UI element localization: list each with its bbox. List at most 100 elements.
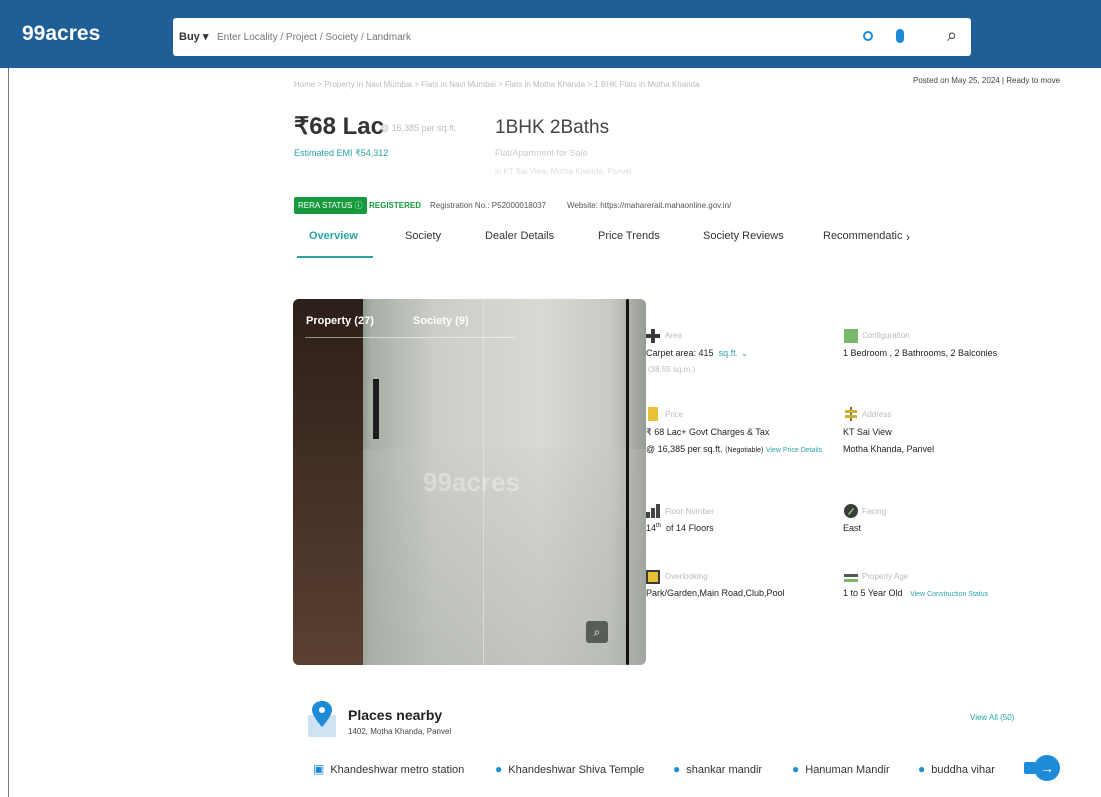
top-header: 99acres Buy ▾ ⌕ <box>0 0 1101 68</box>
view-all-link[interactable]: View All (50) <box>970 713 1014 722</box>
property-location-line: in KT Sai View, Motha Khanda, Panvel <box>495 167 632 176</box>
overlooking-icon <box>646 570 660 584</box>
zoom-icon[interactable]: ⌕ <box>586 621 608 643</box>
place-name: shankar mandir <box>686 764 763 776</box>
floor-value: 14th of 14 Floors <box>646 523 714 533</box>
page-left-border <box>8 68 9 797</box>
address-icon <box>845 407 857 421</box>
map-pin-icon <box>308 701 336 737</box>
estimated-emi[interactable]: Estimated EMI ₹54,312 <box>294 148 388 159</box>
facing-label: Facing <box>862 507 887 516</box>
unit-label: sq.ft. <box>718 348 739 358</box>
place-name: buddha vihar <box>931 764 995 776</box>
configuration-icon <box>844 329 858 343</box>
floor-total: of 14 Floors <box>666 523 714 533</box>
location-pin-icon: ● <box>918 762 926 776</box>
place-name: Khandeshwar metro station <box>330 764 465 776</box>
site-logo[interactable]: 99acres <box>22 22 100 46</box>
price-tag-icon <box>648 407 658 421</box>
property-age-text: 1 to 5 Year Old <box>843 588 903 598</box>
chevron-down-icon: ▾ <box>202 31 209 43</box>
rera-status-badge[interactable]: RERA STATUS ⓘ <box>294 197 367 214</box>
tab-recommendations[interactable]: Recommendatic <box>823 230 902 242</box>
places-nearby-address: 1402, Motha Khanda, Panvel <box>348 727 452 736</box>
watermark: 99acres <box>423 467 520 497</box>
rera-website[interactable]: Website: https://maharerait.mahaonline.g… <box>567 201 731 210</box>
registration-number: Registration No.: P52000018037 <box>430 201 547 210</box>
active-tab-underline <box>297 256 373 258</box>
photo-tab-property[interactable]: Property (27) <box>306 315 374 327</box>
area-label: Area <box>665 331 682 340</box>
search-input[interactable] <box>217 26 837 48</box>
property-photo[interactable]: Property (27) Society (9) 99acres ⌕ <box>293 299 646 665</box>
photo-tab-society[interactable]: Society (9) <box>413 315 469 327</box>
tab-price-trends[interactable]: Price Trends <box>598 230 660 242</box>
overlooking-label: Overlooking <box>665 572 708 581</box>
address-label: Address <box>862 410 892 419</box>
photo-door <box>293 299 363 665</box>
place-chip[interactable]: ● Hanuman Mandir <box>792 762 890 776</box>
unit-dropdown[interactable]: sq.ft. ⌄ <box>719 348 749 358</box>
rupee-symbol: ₹ <box>294 113 310 140</box>
tab-society[interactable]: Society <box>405 230 441 242</box>
metro-icon: ▣ <box>313 762 325 776</box>
tab-dealer-details[interactable]: Dealer Details <box>485 230 554 242</box>
property-age-icon <box>844 574 858 582</box>
view-price-details-link[interactable]: View Price Details <box>766 447 822 454</box>
listing-price: ₹68 Lac <box>294 112 384 141</box>
facing-value: East <box>843 523 862 533</box>
place-chip[interactable]: ▣ Khandeshwar metro station <box>313 762 464 776</box>
rera-status-label: RERA STATUS <box>298 201 353 210</box>
info-icon: ⓘ <box>354 201 363 210</box>
compass-icon <box>844 504 858 518</box>
bhk-title: 1BHK 2Baths <box>495 117 610 138</box>
view-construction-status-link[interactable]: View Construction Status <box>910 591 988 598</box>
carpet-area-text: Carpet area: 415 <box>646 348 714 358</box>
search-bar: Buy ▾ ⌕ <box>173 18 971 56</box>
area-icon <box>646 329 660 343</box>
place-chip[interactable]: ● shankar mandir <box>673 762 762 776</box>
location-pin-icon: ● <box>495 762 503 776</box>
property-age-label: Property Age <box>862 572 909 581</box>
buy-label: Buy <box>179 31 200 43</box>
posted-date: Posted on May 25, 2024 | Ready to move <box>913 76 1061 85</box>
price-per-sqft: @ 16,385 per sq.ft. <box>380 123 457 133</box>
place-name: Hanuman Mandir <box>805 764 890 776</box>
photo-divider <box>626 299 629 665</box>
photo-tab-line <box>305 337 515 338</box>
price-per-sqft-detail: @ 16,385 per sq.ft. (Negotiable) View Pr… <box>646 444 822 454</box>
price-value: 68 Lac <box>309 113 384 140</box>
buy-dropdown[interactable]: Buy ▾ <box>179 30 208 43</box>
floor-label: Floor Number <box>665 507 714 516</box>
negotiable-tag: (Negotiable) <box>725 447 764 454</box>
place-chip[interactable]: ● Khandeshwar Shiva Temple <box>495 762 644 776</box>
location-pin-icon: ● <box>792 762 800 776</box>
breadcrumb[interactable]: Home > Property in Navi Mumbai > Flats i… <box>294 80 700 89</box>
floor-number: 14 <box>646 523 657 533</box>
chevron-right-icon[interactable]: › <box>906 230 910 244</box>
place-name: Khandeshwar Shiva Temple <box>508 764 645 776</box>
price-label: Price <box>665 410 684 419</box>
property-age-value: 1 to 5 Year Old View Construction Status <box>843 588 988 598</box>
price-sqft-text: @ 16,385 per sq.ft. <box>646 444 723 454</box>
floor-icon <box>646 504 660 518</box>
place-chip[interactable]: ● buddha vihar <box>918 762 995 776</box>
floor-suffix: th <box>656 523 662 529</box>
tab-overview[interactable]: Overview <box>309 230 358 242</box>
configuration-label: Configuration <box>862 331 910 340</box>
rera-registered: REGISTERED <box>369 201 422 210</box>
address-line1: KT Sai View <box>843 427 892 437</box>
tab-society-reviews[interactable]: Society Reviews <box>703 230 784 242</box>
area-value: Carpet area: 415 sq.ft. ⌄ <box>646 348 748 359</box>
address-line2: Motha Khanda, Panvel <box>843 444 935 454</box>
location-icon[interactable] <box>863 31 873 41</box>
microphone-icon[interactable] <box>896 29 904 43</box>
search-icon[interactable]: ⌕ <box>947 25 957 46</box>
places-nearby-title: Places nearby <box>348 707 443 723</box>
area-sqm: (38.55 sq.m.) <box>648 365 696 374</box>
next-arrow-icon[interactable]: → <box>1034 755 1060 781</box>
photo-door-handle <box>373 379 379 439</box>
overlooking-value: Park/Garden,Main Road,Club,Pool <box>646 588 785 598</box>
property-type: Flat/Apartment for Sale <box>495 148 588 158</box>
location-pin-icon: ● <box>673 762 681 776</box>
